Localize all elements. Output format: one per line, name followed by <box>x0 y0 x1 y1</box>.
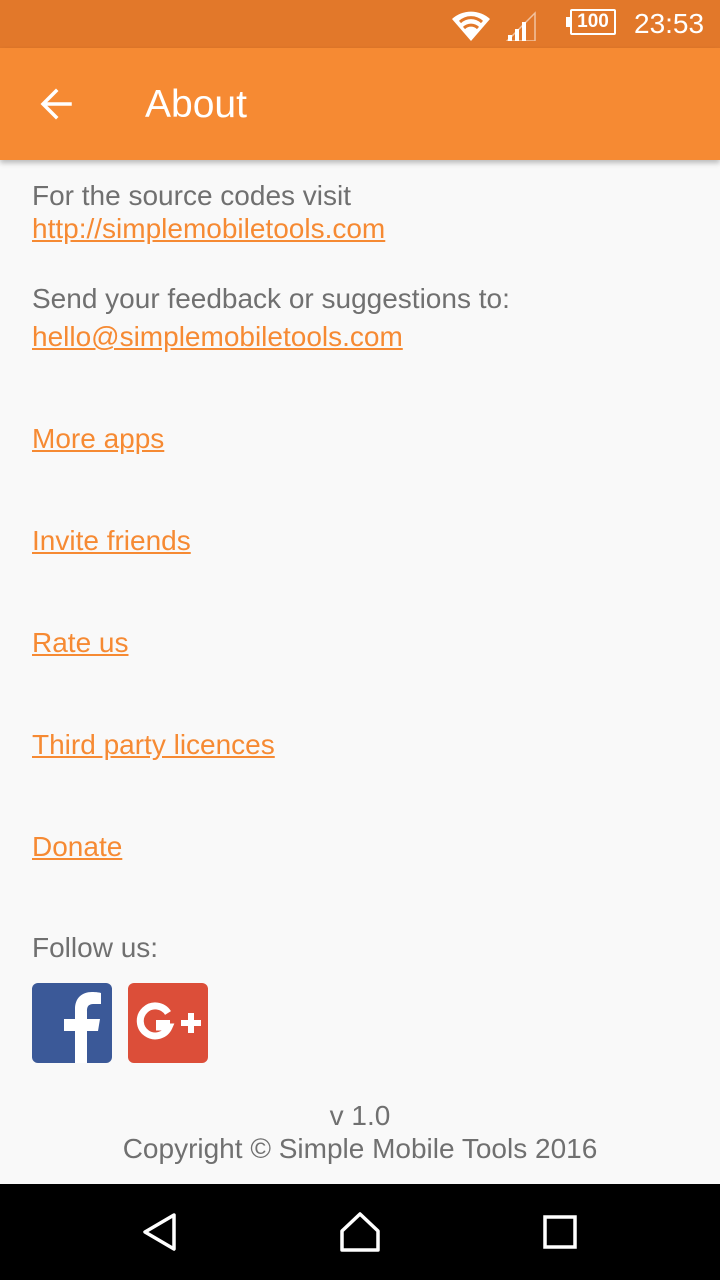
third-party-licences-link[interactable]: Third party licences <box>32 728 275 762</box>
back-button[interactable] <box>28 76 84 132</box>
battery-level: 100 <box>570 9 616 35</box>
nav-back-button[interactable] <box>130 1202 190 1262</box>
website-link[interactable]: http://simplemobiletools.com <box>32 212 385 246</box>
facebook-button[interactable] <box>32 983 112 1063</box>
copyright-label: Copyright © Simple Mobile Tools 2016 <box>122 1133 598 1164</box>
feedback-label: Send your feedback or suggestions to: <box>32 283 510 314</box>
google-plus-icon <box>136 1002 201 1040</box>
version-label: v 1.0 <box>329 1100 391 1131</box>
home-icon <box>340 1212 380 1252</box>
navigation-bar <box>0 1184 720 1280</box>
battery-icon: 100 <box>566 9 616 35</box>
nav-recents-button[interactable] <box>530 1202 590 1262</box>
nav-home-button[interactable] <box>330 1202 390 1262</box>
arrow-left-icon <box>40 88 72 120</box>
source-codes-label: For the source codes visit <box>32 180 352 211</box>
cell-signal-icon <box>505 11 536 41</box>
clock: 23:53 <box>634 8 705 39</box>
rate-us-link[interactable]: Rate us <box>32 626 129 660</box>
recents-icon <box>543 1215 577 1249</box>
status-bar: 100 23:53 <box>0 0 720 48</box>
donate-link[interactable]: Donate <box>32 830 122 864</box>
google-plus-button[interactable] <box>128 983 208 1063</box>
facebook-icon <box>64 992 101 1063</box>
page-title: About <box>145 83 247 126</box>
email-link[interactable]: hello@simplemobiletools.com <box>32 320 403 354</box>
follow-us-label: Follow us: <box>32 932 159 963</box>
invite-friends-link[interactable]: Invite friends <box>32 524 191 558</box>
wifi-icon <box>452 11 490 41</box>
toolbar: About <box>0 48 720 160</box>
back-triangle-icon <box>143 1213 176 1251</box>
more-apps-link[interactable]: More apps <box>32 422 164 456</box>
